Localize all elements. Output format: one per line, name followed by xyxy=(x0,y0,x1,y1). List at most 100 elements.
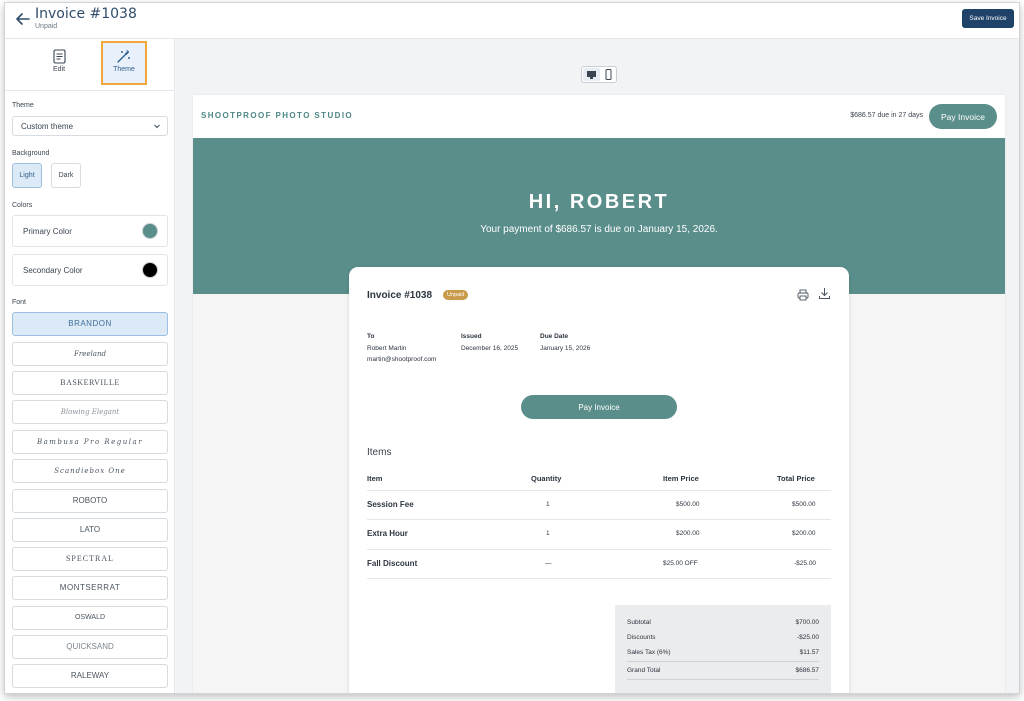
tab-theme-label: Theme xyxy=(113,66,135,73)
totals-divider xyxy=(627,661,819,662)
font-option-baskerville[interactable]: BASKERVILLE xyxy=(12,371,168,395)
primary-color-label: Primary Color xyxy=(23,227,72,236)
due-summary: $686.57 due in 27 days xyxy=(850,112,923,119)
sales-tax-value: $11.57 xyxy=(799,649,819,656)
sales-tax-label: Sales Tax (6%) xyxy=(627,649,671,656)
page-title: Invoice #1038 xyxy=(35,6,137,22)
discounts-label: Discounts xyxy=(627,634,656,641)
studio-name: SHOOTPROOF PHOTO STUDIO xyxy=(201,111,354,120)
tab-edit[interactable]: Edit xyxy=(38,43,80,85)
primary-color-swatch[interactable] xyxy=(142,223,158,239)
mobile-view-button[interactable] xyxy=(600,68,617,81)
tab-edit-label: Edit xyxy=(52,66,66,73)
item-price: $25.00 OFF xyxy=(663,560,698,567)
colors-label: Colors xyxy=(12,202,33,209)
download-icon[interactable] xyxy=(818,287,831,300)
item-name: Session Fee xyxy=(367,500,414,509)
due-date-label: Due Date xyxy=(540,333,569,340)
item-price: $200.00 xyxy=(676,530,700,537)
item-qty: — xyxy=(545,560,552,567)
invoice-status: Unpaid xyxy=(35,23,58,30)
app-window: Invoice #1038 Unpaid Save Invoice Edit T… xyxy=(4,2,1020,694)
grand-total-value: $686.57 xyxy=(795,667,820,674)
greeting: HI, ROBERT xyxy=(528,191,670,213)
row-divider xyxy=(367,549,831,550)
font-label: Font xyxy=(12,299,27,306)
pay-invoice-header-button[interactable]: Pay Invoice xyxy=(929,104,997,129)
desktop-view-button[interactable] xyxy=(583,68,600,81)
font-option-raleway[interactable]: RALEWAY xyxy=(12,664,168,688)
item-total: $200.00 xyxy=(792,530,816,537)
print-icon[interactable] xyxy=(797,289,809,301)
item-name: Fall Discount xyxy=(367,559,418,568)
column-quantity: Quantity xyxy=(531,474,562,483)
device-toggle xyxy=(581,66,617,83)
font-option-quicksand[interactable]: QUICKSAND xyxy=(12,635,168,659)
magic-wand-icon xyxy=(117,50,130,63)
discounts-value: -$25.00 xyxy=(796,634,819,641)
issued-value: December 16, 2025 xyxy=(461,345,519,352)
background-label: Background xyxy=(12,150,50,157)
row-divider xyxy=(367,578,831,579)
item-qty: 1 xyxy=(546,501,550,508)
font-option-bambusa-pro[interactable]: Bambusa Pro Regular xyxy=(12,430,168,454)
secondary-color-label: Secondary Color xyxy=(23,266,83,275)
font-option-oswald[interactable]: OSWALD xyxy=(12,606,168,630)
item-total: $500.00 xyxy=(792,501,816,508)
item-qty: 1 xyxy=(546,530,550,537)
grand-total-label: Grand Total xyxy=(627,667,661,674)
column-total-price: Total Price xyxy=(777,474,815,483)
hero-subtitle: Your payment of $686.57 is due on Januar… xyxy=(480,224,718,235)
mobile-icon xyxy=(605,69,612,80)
to-email: martin@shootproof.com xyxy=(367,356,437,363)
invoice-preview-area: SHOOTPROOF PHOTO STUDIO $686.57 due in 2… xyxy=(176,39,1019,693)
due-date-value: January 15, 2026 xyxy=(540,345,591,352)
theme-select[interactable]: Custom theme xyxy=(12,116,168,136)
secondary-color-swatch[interactable] xyxy=(142,262,158,278)
background-dark-button[interactable]: Dark xyxy=(51,163,81,188)
document-icon xyxy=(52,49,66,64)
status-badge: Unpaid xyxy=(443,290,469,300)
font-option-brandon[interactable]: BRANDON xyxy=(12,312,168,336)
top-bar: Invoice #1038 Unpaid Save Invoice xyxy=(5,3,1019,39)
font-option-roboto[interactable]: ROBOTO xyxy=(12,489,168,513)
secondary-color-row[interactable]: Secondary Color xyxy=(12,254,168,286)
font-option-blowing-elegant[interactable]: Blowing Elegant xyxy=(12,400,168,424)
sidebar-tabs: Edit Theme xyxy=(5,39,174,91)
primary-color-row[interactable]: Primary Color xyxy=(12,215,168,247)
desktop-icon xyxy=(587,71,596,79)
items-heading: Items xyxy=(367,447,392,458)
studio-header: SHOOTPROOF PHOTO STUDIO $686.57 due in 2… xyxy=(193,95,1005,138)
theme-select-value: Custom theme xyxy=(21,122,74,131)
to-name: Robert Martin xyxy=(367,345,407,352)
item-total: -$25.00 xyxy=(794,560,817,567)
font-option-lato[interactable]: LATO xyxy=(12,518,168,542)
subtotal-value: $700.00 xyxy=(795,619,820,626)
font-option-montserrat[interactable]: MONTSERRAT xyxy=(12,576,168,600)
totals-divider xyxy=(627,679,819,680)
font-option-freeland[interactable]: Freeland xyxy=(12,342,168,366)
theme-sidebar: Edit Theme Theme Custom theme Background… xyxy=(5,39,175,693)
to-label: To xyxy=(367,333,375,340)
font-option-scandiebox-one[interactable]: Scandiebox One xyxy=(12,459,168,483)
invoice-page: SHOOTPROOF PHOTO STUDIO $686.57 due in 2… xyxy=(193,95,1005,693)
issued-label: Issued xyxy=(461,333,482,340)
font-option-spectral[interactable]: SPECTRAL xyxy=(12,547,168,571)
subtotal-label: Subtotal xyxy=(627,619,651,626)
item-name: Extra Hour xyxy=(367,529,408,538)
save-invoice-button[interactable]: Save Invoice xyxy=(962,9,1014,28)
item-price: $500.00 xyxy=(676,501,700,508)
tab-theme[interactable]: Theme xyxy=(101,41,147,85)
invoice-title: Invoice #1038 xyxy=(367,290,433,301)
chevron-down-icon xyxy=(154,124,160,129)
column-item-price: Item Price xyxy=(663,474,699,483)
back-arrow-icon[interactable] xyxy=(13,9,33,29)
theme-label: Theme xyxy=(12,102,34,109)
invoice-card: Invoice #1038 Unpaid To Robert Martin ma… xyxy=(349,267,849,693)
pay-invoice-button[interactable]: Pay Invoice xyxy=(521,395,677,419)
totals-box: Subtotal $700.00 Discounts -$25.00 Sales… xyxy=(615,605,831,693)
row-divider xyxy=(367,519,831,520)
column-item: Item xyxy=(367,474,383,483)
background-light-button[interactable]: Light xyxy=(12,163,42,188)
row-divider xyxy=(367,490,831,491)
